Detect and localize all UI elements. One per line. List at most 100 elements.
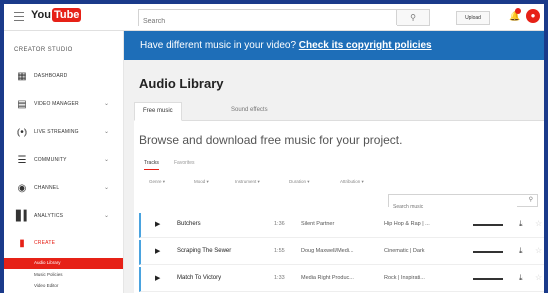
download-icon[interactable]: ⤓: [519, 219, 523, 229]
caret-down-icon: ▾: [162, 179, 166, 184]
filter-instrument[interactable]: Instrument ▾: [235, 179, 260, 185]
filter-genre[interactable]: Genre ▾: [149, 179, 165, 185]
tab-sound-effects[interactable]: Sound effects: [231, 102, 268, 119]
search-icon[interactable]: ⚲: [529, 196, 533, 203]
content: Audio Library Free music Sound effects B…: [124, 60, 544, 293]
track-row[interactable]: ▶ Scraping The Sewer 1:55 Doug Maxwell/M…: [139, 240, 544, 265]
filter-label: Instrument: [235, 179, 257, 184]
sidebar-item-label: DASHBOARD: [34, 73, 68, 79]
track-title: Butchers: [177, 221, 201, 227]
chevron-down-icon: ⌄: [104, 157, 110, 163]
play-icon[interactable]: ▶: [155, 247, 160, 255]
filter-label: Mood: [194, 179, 206, 184]
chevron-down-icon: ⌄: [104, 213, 110, 219]
chevron-down-icon: ⌄: [104, 101, 110, 107]
notification-badge: [515, 8, 521, 14]
youtube-logo[interactable]: You Tube: [31, 8, 82, 22]
filter-attribution[interactable]: Attribution ▾: [340, 179, 364, 185]
star-icon[interactable]: ☆: [535, 273, 542, 282]
library-panel: Browse and download free music for your …: [134, 121, 544, 293]
sidebar-subitem-label: Audio Library: [34, 260, 61, 265]
analytics-icon: ▋▍: [16, 211, 32, 222]
tab-tracks[interactable]: Tracks: [144, 160, 159, 170]
sidebar-item-community[interactable]: ☰ COMMUNITY ⌄: [4, 151, 123, 171]
track-genre: Rock | Inspirati...: [384, 275, 425, 281]
page-title: Audio Library: [139, 76, 224, 91]
live-streaming-icon: ⦅•⦆: [16, 127, 28, 138]
caret-down-icon: ▾: [361, 179, 364, 184]
chevron-down-icon: ⌄: [104, 185, 110, 191]
search-input[interactable]: [139, 15, 397, 28]
sidebar-item-label: LIVE STREAMING: [34, 129, 79, 135]
caret-down-icon: ▾: [206, 179, 209, 184]
sidebar: CREATOR STUDIO ▦ DASHBOARD ▤ VIDEO MANAG…: [4, 31, 124, 293]
popularity-bar: [473, 224, 503, 226]
sidebar-subitem-audio-library[interactable]: Audio Library: [4, 258, 123, 269]
sidebar-item-channel[interactable]: ◉ CHANNEL ⌄: [4, 179, 123, 199]
chevron-down-icon: ⌄: [104, 129, 110, 135]
search-button[interactable]: ⚲: [396, 10, 429, 25]
creator-studio-title: CREATOR STUDIO: [14, 47, 73, 53]
sidebar-item-live-streaming[interactable]: ⦅•⦆ LIVE STREAMING ⌄: [4, 123, 123, 143]
sidebar-item-dashboard[interactable]: ▦ DASHBOARD: [4, 67, 123, 87]
community-icon: ☰: [17, 155, 27, 166]
create-icon: ▮: [19, 238, 25, 249]
track-artist: Doug Maxwell/Medi...: [301, 248, 354, 254]
sidebar-subitem-label: Music Policies: [34, 272, 63, 277]
play-icon[interactable]: ▶: [155, 274, 160, 282]
avatar[interactable]: ●: [526, 9, 540, 23]
sidebar-item-label: CHANNEL: [34, 185, 60, 191]
dashboard-icon: ▦: [17, 71, 27, 82]
track-genre: Hip Hop & Rap | ...: [384, 221, 430, 227]
sidebar-subitem-label: Video Editor: [34, 283, 59, 288]
sidebar-item-video-manager[interactable]: ▤ VIDEO MANAGER ⌄: [4, 95, 123, 115]
star-icon[interactable]: ☆: [535, 219, 542, 228]
library-tabs: Free music Sound effects: [134, 102, 544, 121]
sidebar-item-label: ANALYTICS: [34, 213, 64, 219]
copyright-policies-link[interactable]: Check its copyright policies: [299, 40, 432, 51]
banner-text: Have different music in your video? Chec…: [140, 40, 432, 51]
track-row[interactable]: ▶ Match To Victory 1:33 Media Right Prod…: [139, 267, 544, 292]
menu-icon[interactable]: [14, 12, 24, 21]
sidebar-subitem-video-editor[interactable]: Video Editor: [4, 281, 123, 292]
browse-heading: Browse and download free music for your …: [139, 133, 403, 147]
sidebar-item-label: COMMUNITY: [34, 157, 67, 163]
search-icon: ⚲: [410, 13, 416, 22]
caret-down-icon: ▾: [307, 179, 310, 184]
track-title: Match To Victory: [177, 275, 222, 281]
music-search-box: ⚲: [388, 194, 538, 212]
search-box: ⚲: [138, 9, 430, 28]
sidebar-item-label: CREATE: [34, 240, 56, 246]
tab-free-music[interactable]: Free music: [134, 102, 182, 121]
track-subtabs: Tracks Favorites: [144, 160, 214, 172]
logo-text-tube: Tube: [51, 8, 82, 22]
music-search-input[interactable]: [389, 202, 517, 212]
track-title: Scraping The Sewer: [177, 248, 232, 254]
popularity-bar: [473, 251, 503, 253]
sidebar-item-label: VIDEO MANAGER: [34, 101, 79, 107]
filter-mood[interactable]: Mood ▾: [194, 179, 209, 185]
copyright-banner: Have different music in your video? Chec…: [124, 31, 544, 60]
sidebar-item-create[interactable]: ▮ CREATE: [4, 234, 123, 254]
filter-label: Duration: [289, 179, 307, 184]
filter-duration[interactable]: Duration ▾: [289, 179, 310, 185]
caret-down-icon: ▾: [257, 179, 260, 184]
filter-bar: Genre ▾ Mood ▾ Instrument ▾ Duration ▾ A…: [149, 179, 399, 187]
star-icon[interactable]: ☆: [535, 246, 542, 255]
download-icon[interactable]: ⤓: [519, 273, 523, 283]
play-icon[interactable]: ▶: [155, 220, 160, 228]
download-icon[interactable]: ⤓: [519, 246, 523, 256]
banner-message: Have different music in your video?: [140, 40, 297, 51]
track-row[interactable]: ▶ Butchers 1:36 Silent Partner Hip Hop &…: [139, 213, 544, 238]
tab-favorites[interactable]: Favorites: [174, 160, 195, 166]
track-duration: 1:36: [274, 221, 285, 227]
track-genre: Cinematic | Dark: [384, 248, 425, 254]
sidebar-item-analytics[interactable]: ▋▍ ANALYTICS ⌄: [4, 207, 123, 227]
sidebar-subitem-music-policies[interactable]: Music Policies: [4, 270, 123, 281]
top-bar: YouTube ⚲ Upload 🔔 ●: [4, 4, 544, 31]
upload-button[interactable]: Upload: [456, 11, 490, 25]
track-duration: 1:33: [274, 275, 285, 281]
main-area: Have different music in your video? Chec…: [124, 31, 544, 293]
track-duration: 1:55: [274, 248, 285, 254]
app-frame: YouTube ⚲ Upload 🔔 ● CREATOR STUDIO ▦ DA…: [4, 4, 544, 293]
